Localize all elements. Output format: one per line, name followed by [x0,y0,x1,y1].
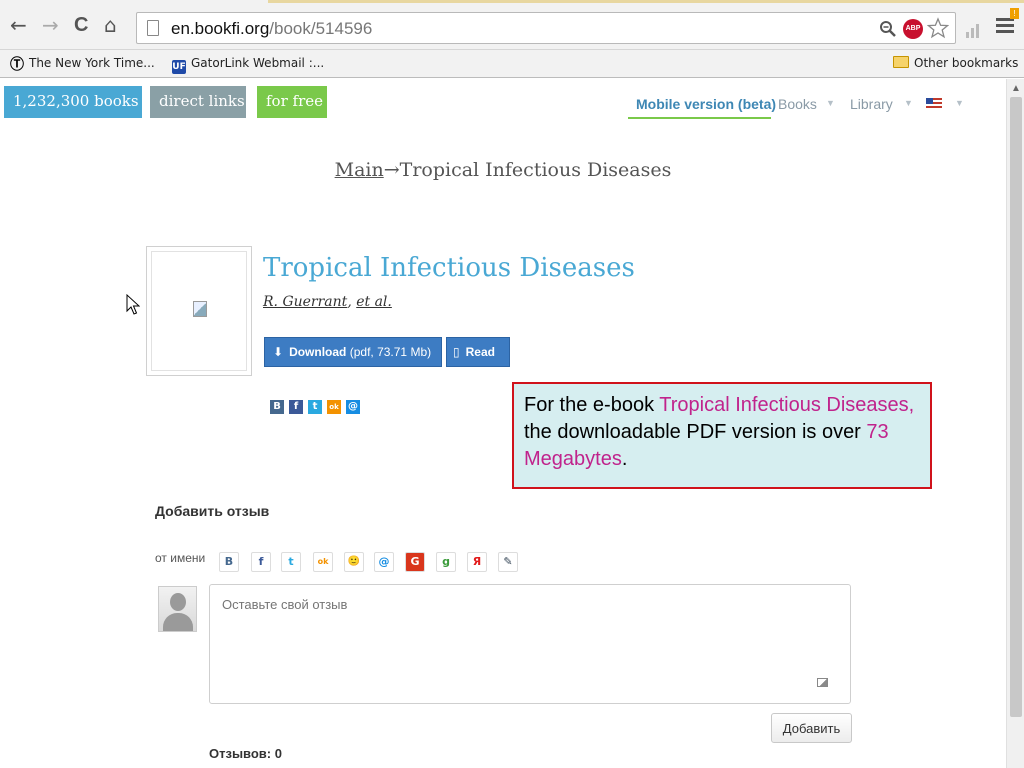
from-name-label: от имени [155,551,206,565]
avatar [158,586,197,632]
vk-icon[interactable]: В [270,400,284,414]
forward-button[interactable]: → [42,15,59,35]
bookmark-gatorlink[interactable]: UF GatorLink Webmail :... [172,56,324,74]
add-review-button[interactable]: Добавить [771,713,852,743]
facebook-icon[interactable]: f [289,400,303,414]
broken-image-icon [193,301,207,317]
browser-toolbar: ← → C ⌂ en.bookfi.org/book/514596 ABP ! [0,0,1024,50]
login-yandex-icon[interactable]: Я [467,552,487,572]
back-button[interactable]: ← [10,15,27,35]
annotation-callout: For the e-book Tropical Infectious Disea… [512,382,932,489]
author-link[interactable]: R. Guerrant [263,294,347,310]
mouse-cursor-icon [126,294,140,315]
et-al-link[interactable]: et al. [356,294,392,310]
mail-icon[interactable]: @ [346,400,360,414]
bookmark-nyt[interactable]: Ⓣ The New York Time... [10,56,155,72]
book-cover[interactable] [146,246,252,376]
star-icon[interactable] [927,17,949,39]
zoom-icon[interactable] [879,20,897,38]
book-authors: R. Guerrant, et al. [263,294,392,310]
update-badge-icon: ! [1010,8,1019,19]
breadcrumb: Main→Tropical Infectious Diseases [334,159,672,181]
book-title[interactable]: Tropical Infectious Diseases [263,253,635,283]
download-arrow-icon: ⬇ [273,345,284,359]
nyt-icon: Ⓣ [10,57,24,73]
chevron-down-icon[interactable]: ▼ [826,98,835,108]
signal-icon[interactable] [966,20,984,38]
scroll-up-icon[interactable]: ▲ [1011,83,1021,94]
books-count-badge[interactable]: 1,232,300 books [4,86,142,118]
login-icq-icon[interactable]: 🙂 [344,552,364,572]
login-mail-icon[interactable]: @ [374,552,394,572]
book-icon: ▯ [453,345,460,359]
library-menu[interactable]: Library [850,96,893,112]
login-vk-icon[interactable]: В [219,552,239,572]
login-openid-icon[interactable]: ✎ [498,552,518,572]
mobile-version-link[interactable]: Mobile version (beta) [636,96,776,112]
add-review-heading: Добавить отзыв [155,503,270,519]
login-odnoklassniki-icon[interactable]: ok [313,552,333,572]
reload-button[interactable]: C [74,15,88,35]
twitter-icon[interactable]: t [308,400,322,414]
scrollbar-thumb[interactable] [1010,97,1022,717]
review-textarea[interactable] [209,584,851,704]
read-button[interactable]: ▯ Read [446,337,510,367]
odnoklassniki-icon[interactable]: ok [327,400,341,414]
url-text[interactable]: en.bookfi.org/book/514596 [171,19,372,39]
page-icon [147,20,159,36]
folder-icon [893,56,909,68]
review-count: Отзывов: 0 [209,746,282,761]
address-bar[interactable]: en.bookfi.org/book/514596 ABP [136,12,956,44]
login-facebook-icon[interactable]: f [251,552,271,572]
mobile-underline [628,117,771,119]
login-google-plus-icon[interactable]: G [405,552,425,572]
chevron-down-icon[interactable]: ▼ [955,98,964,108]
language-flag-icon[interactable] [926,98,942,109]
page-scrollbar[interactable]: ▲ [1006,79,1024,768]
direct-links-badge[interactable]: direct links [150,86,246,118]
breadcrumb-current: Tropical Infectious Diseases [399,159,672,181]
for-free-badge[interactable]: for free [257,86,327,118]
books-menu[interactable]: Books [778,96,817,112]
download-button[interactable]: ⬇ Download (pdf, 73.71 Mb) [264,337,442,367]
home-button[interactable]: ⌂ [104,15,117,35]
menu-icon[interactable] [996,18,1014,36]
login-google-icon[interactable]: g [436,552,456,572]
page-content: 1,232,300 books direct links for free Mo… [0,79,1006,768]
breadcrumb-main-link[interactable]: Main [335,159,384,181]
adblock-icon[interactable]: ABP [903,19,923,39]
tab-strip [268,0,1024,3]
chevron-down-icon[interactable]: ▼ [904,98,913,108]
login-twitter-icon[interactable]: t [281,552,301,572]
bookmarks-bar: Ⓣ The New York Time... UF GatorLink Webmai… [0,50,1024,78]
uf-icon: UF [172,60,186,74]
other-bookmarks[interactable]: Other bookmarks [893,56,1018,70]
image-upload-icon[interactable] [817,678,828,687]
